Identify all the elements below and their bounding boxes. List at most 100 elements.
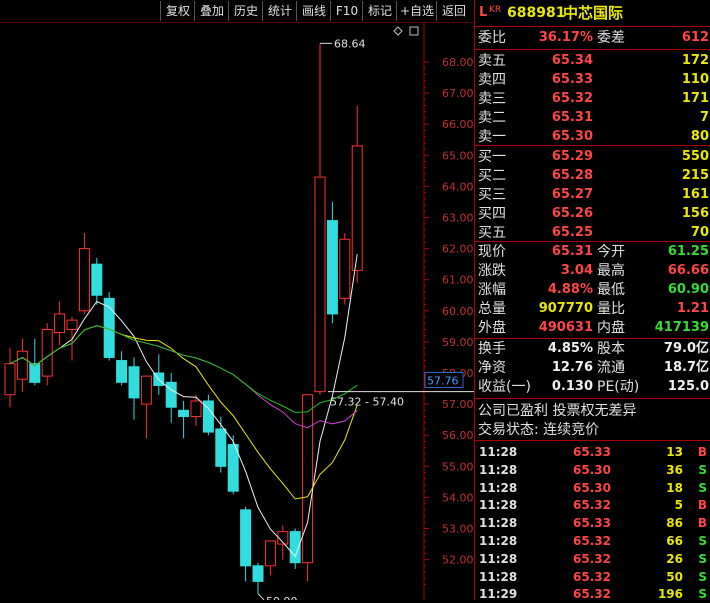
low-marker-line: [257, 593, 265, 600]
quote-label-2: 今开: [597, 244, 625, 260]
kline-chart[interactable]: 68.00 67.00 66.00 65.00 64.00 63.00 62.00 61.00…: [0, 22, 474, 600]
bids-price: 65.28: [551, 168, 593, 183]
y-tick-label: 53.00: [442, 523, 474, 536]
tick-time: 11:28: [479, 480, 518, 495]
bids-volume: 550: [681, 149, 709, 164]
y-tick-label: 55.00: [442, 460, 474, 473]
quote-value: 65.31: [551, 244, 593, 259]
asks-price: 65.34: [551, 53, 593, 68]
bids-label: 买一: [478, 149, 506, 165]
y-tick-label: 64.00: [442, 180, 474, 193]
weicha-value: 612: [681, 30, 709, 45]
tick-price: 65.32: [573, 587, 611, 602]
candle-body-up: [314, 176, 326, 393]
bids-row[interactable]: 买四 65.26 156: [475, 205, 710, 223]
weibi-row: 委比 36.17% 委差 612: [475, 29, 710, 47]
toolbar-button-2[interactable]: 历史: [228, 1, 263, 21]
candle-body-up: [54, 313, 66, 334]
y-tick-label: 65.00: [442, 149, 474, 162]
bids-label: 买二: [478, 168, 506, 184]
tick-volume: 26: [666, 551, 683, 566]
tick-row[interactable]: 11:29 65.32 196 S: [475, 585, 710, 603]
candle-body-up: [351, 145, 363, 271]
finance-row: 换手 4.85% 股本 79.0亿: [475, 340, 710, 358]
tick-row[interactable]: 11:28 65.32 26 S: [475, 550, 710, 568]
y-tick-label: 52.00: [442, 554, 474, 567]
y-tick-label: 59.00: [442, 336, 474, 349]
quote-row: 总量 907770 量比 1.21: [475, 300, 710, 318]
tick-direction: B: [697, 445, 707, 459]
quote-label-2: 最低: [597, 282, 625, 298]
asks-row[interactable]: 卖二 65.31 7: [475, 109, 710, 127]
bids-row[interactable]: 买二 65.28 215: [475, 167, 710, 185]
toolbar-button-4[interactable]: 画线: [296, 1, 331, 21]
asks-price: 65.33: [551, 72, 593, 87]
stock-prefix: L: [479, 5, 488, 20]
candle-body-down: [326, 220, 338, 315]
tick-row[interactable]: 11:28 65.33 13 B: [475, 443, 710, 461]
toolbar-button-0[interactable]: 复权: [160, 1, 195, 21]
tick-price: 65.30: [573, 462, 611, 477]
toolbar-button-7[interactable]: +自选: [396, 1, 437, 21]
tick-price: 65.32: [573, 534, 611, 548]
y-tick-label: 61.00: [442, 274, 474, 287]
tick-price: 65.33: [573, 516, 611, 531]
price-tag: 57.76: [427, 374, 459, 387]
candle-body-down: [91, 263, 103, 296]
quote-row: 涨跌 3.04 最高 66.66: [475, 262, 710, 280]
asks-label: 卖一: [478, 129, 506, 145]
quote-panel: L KR 688981 中芯国际 委比 36.17% 委差 612 卖五 65.3…: [474, 0, 710, 603]
quote-row: 外盘 490631 内盘 417139: [475, 319, 710, 337]
quote-label: 外盘: [478, 320, 506, 336]
tick-row[interactable]: 11:28 65.33 86 B: [475, 514, 710, 532]
candle-body-up: [190, 400, 202, 418]
y-tick-label: 67.00: [442, 87, 474, 100]
toolbar-button-5[interactable]: F10: [330, 1, 363, 21]
bids-price: 65.26: [551, 206, 593, 221]
crosshair-label: 57.32 - 57.40: [330, 396, 404, 409]
weicha-label: 委差: [597, 30, 625, 46]
asks-label: 卖二: [478, 110, 506, 126]
toolbar-button-1[interactable]: 叠加: [194, 1, 229, 21]
asks-row[interactable]: 卖四 65.33 110: [475, 71, 710, 89]
quote-label: 现价: [478, 244, 506, 260]
finance-value-2: 79.0亿: [663, 341, 709, 356]
bids-row[interactable]: 买三 65.27 161: [475, 186, 710, 204]
finance-row: 收益(一) 0.130 PE(动) 125.0: [475, 378, 710, 396]
quote-value: 4.88%: [547, 282, 593, 297]
bids-row[interactable]: 买一 65.29 550: [475, 148, 710, 166]
asks-volume: 172: [681, 53, 709, 68]
y-tick-label: 57.00: [442, 398, 474, 411]
tick-row[interactable]: 11:28 65.32 5 B: [475, 496, 710, 514]
tick-row[interactable]: 11:28 65.32 66 S: [475, 532, 710, 550]
asks-row[interactable]: 卖一 65.30 80: [475, 128, 710, 146]
quote-row: 涨幅 4.88% 最低 60.90: [475, 281, 710, 299]
chart-toolbar: 复权 叠加 历史 统计 画线 F10 标记 +自选 返回: [0, 0, 474, 22]
weibi-value: 36.17%: [538, 30, 593, 45]
high-label: 68.64: [334, 37, 366, 50]
tick-price: 65.32: [573, 551, 611, 566]
candle-body-up: [16, 350, 28, 380]
quote-value-2: 417139: [654, 320, 709, 335]
finance-row: 净资 12.76 流通 18.7亿: [475, 359, 710, 377]
diamond-icon: [393, 26, 403, 36]
tick-row[interactable]: 11:28 65.32 50 S: [475, 568, 710, 586]
quote-label-2: 内盘: [597, 320, 625, 336]
tick-volume: 36: [666, 462, 683, 477]
kline-svg[interactable]: 68.00 67.00 66.00 65.00 64.00 63.00 62.00 61.00…: [0, 22, 474, 600]
tick-direction: S: [698, 534, 707, 548]
quote-value: 907770: [538, 301, 593, 316]
toolbar-button-3[interactable]: 统计: [262, 1, 297, 21]
asks-row[interactable]: 卖五 65.34 172: [475, 52, 710, 70]
asks-price: 65.32: [551, 91, 593, 106]
asks-row[interactable]: 卖三 65.32 171: [475, 90, 710, 108]
candle-body-up: [140, 375, 152, 405]
quote-value-2: 1.21: [676, 301, 709, 316]
asks-label: 卖三: [478, 91, 506, 107]
bids-row[interactable]: 买五 65.25 70: [475, 224, 710, 242]
toolbar-button-8[interactable]: 返回: [436, 1, 471, 21]
toolbar-button-6[interactable]: 标记: [362, 1, 397, 21]
tick-row[interactable]: 11:28 65.30 36 S: [475, 461, 710, 479]
asks-label: 卖四: [478, 72, 506, 88]
tick-row[interactable]: 11:28 65.30 18 S: [475, 479, 710, 497]
